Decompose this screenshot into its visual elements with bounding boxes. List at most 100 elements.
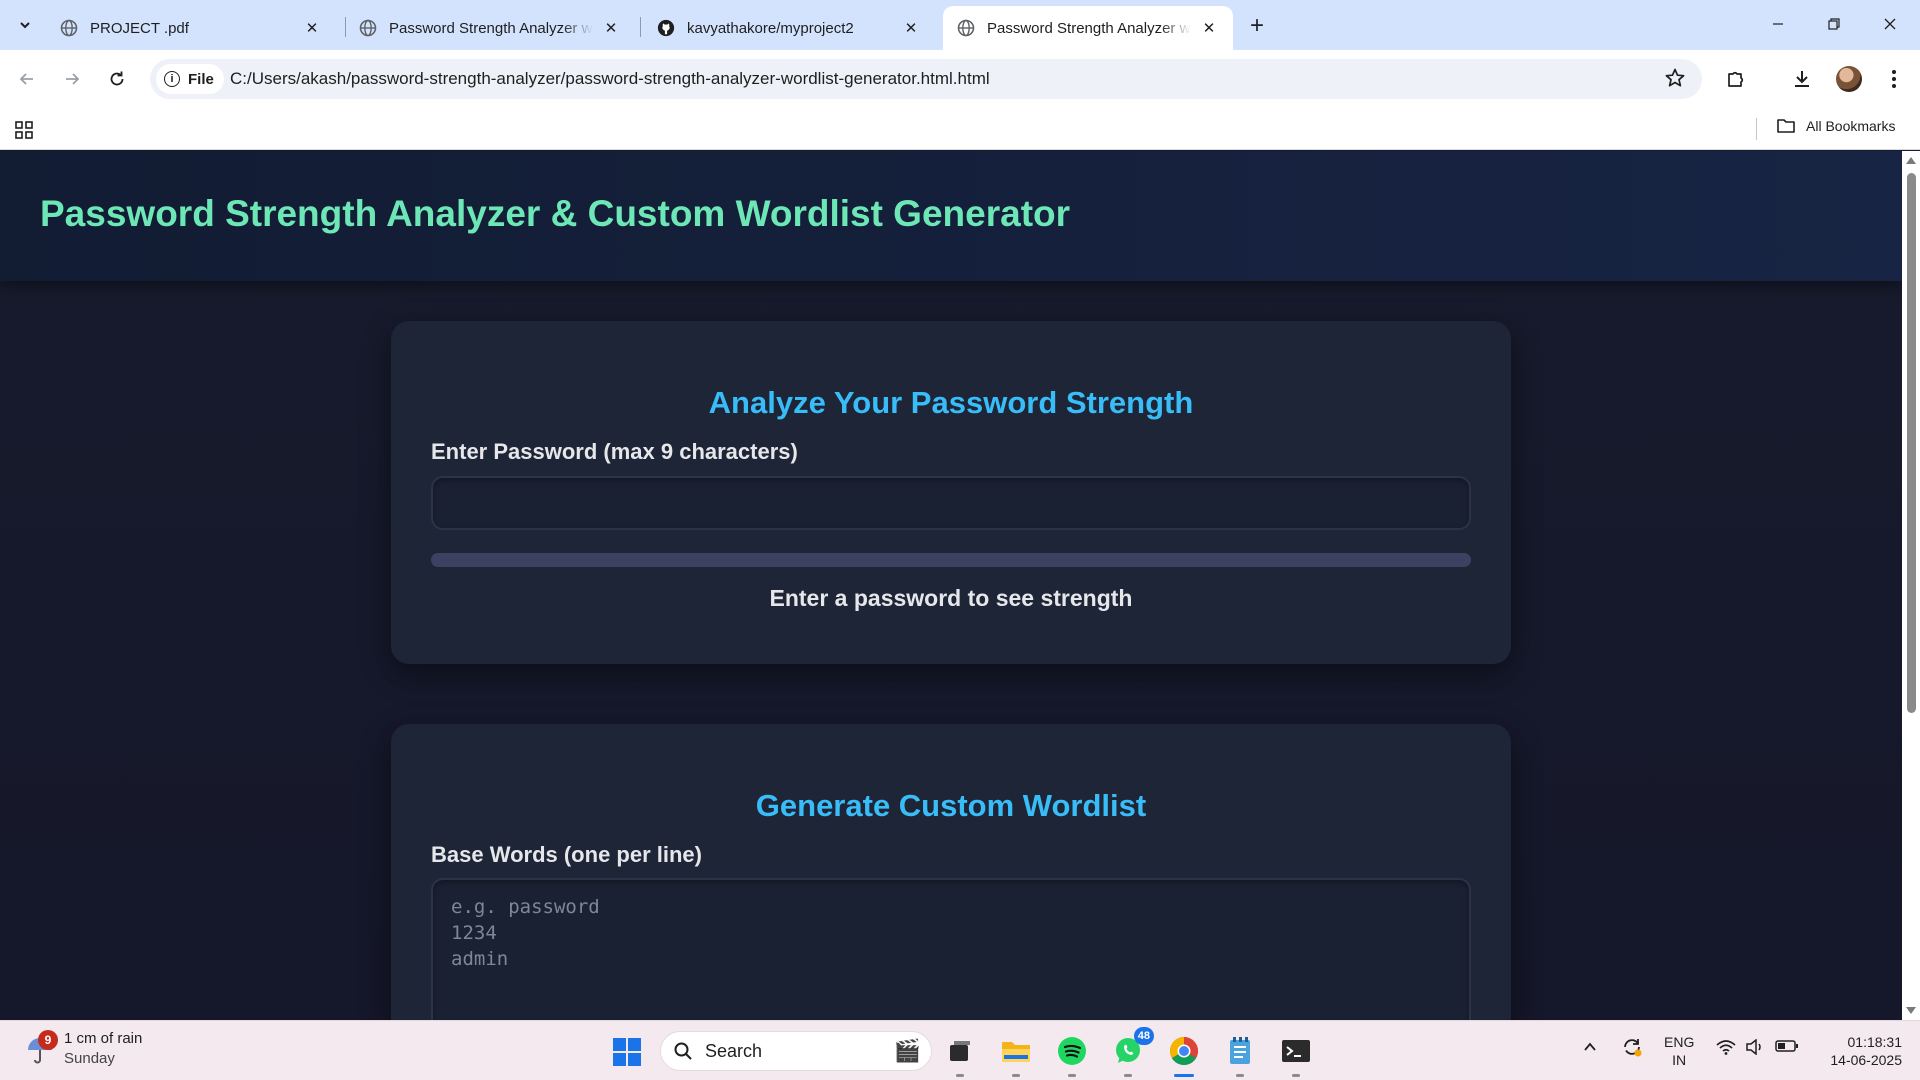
file-explorer-app[interactable]	[998, 1033, 1034, 1077]
chrome-app[interactable]	[1166, 1033, 1202, 1077]
menu-button[interactable]	[1879, 64, 1909, 94]
wifi-icon	[1716, 1040, 1736, 1055]
clock-time: 01:18:31	[1847, 1034, 1903, 1050]
site-info-chip[interactable]: i File	[156, 64, 224, 94]
battery-icon	[1775, 1040, 1798, 1052]
downloads-button[interactable]	[1787, 64, 1817, 94]
page-scrollbar[interactable]	[1902, 151, 1920, 1020]
notepad-icon	[1230, 1037, 1250, 1064]
password-label: Enter Password (max 9 characters)	[431, 439, 798, 464]
tab-title: Password Strength Analyzer with Custom W…	[987, 19, 1191, 37]
whatsapp-app[interactable]: 48	[1110, 1027, 1154, 1077]
wordlist-card: Generate Custom Wordlist Base Words (one…	[391, 724, 1511, 1020]
scroll-down-icon[interactable]	[1906, 1007, 1916, 1014]
base-words-label: Base Words (one per line)	[431, 842, 702, 867]
search-icon	[674, 1042, 692, 1060]
forward-button[interactable]	[57, 64, 87, 94]
strength-bar	[431, 553, 1471, 567]
all-bookmarks-label: All Bookmarks	[1806, 118, 1896, 134]
wifi-tray-button[interactable]	[1716, 1039, 1736, 1060]
new-tab-button[interactable]: +	[1243, 12, 1271, 40]
terminal-app[interactable]	[1278, 1033, 1314, 1077]
address-bar[interactable]: i File C:/Users/akash/password-strength-…	[150, 59, 1702, 99]
tray-overflow-button[interactable]	[1582, 1039, 1598, 1060]
analyzer-heading: Analyze Your Password Strength	[708, 385, 1194, 420]
close-icon[interactable]: ✕	[901, 18, 921, 38]
app-running-indicator	[1012, 1074, 1020, 1077]
close-icon[interactable]: ✕	[601, 18, 621, 38]
close-icon[interactable]: ✕	[302, 18, 322, 38]
tab-separator	[640, 17, 641, 37]
folder-icon	[1002, 1042, 1030, 1062]
url-text[interactable]: C:/Users/akash/password-strength-analyze…	[230, 69, 990, 89]
close-window-button[interactable]	[1870, 8, 1910, 40]
start-button[interactable]	[612, 1037, 642, 1072]
tab-password-analyzer-active[interactable]: Password Strength Analyzer with Custom W…	[943, 6, 1233, 50]
system-clock[interactable]: 01:18:31 14-06-2025	[1812, 1033, 1902, 1069]
app-running-indicator	[1124, 1074, 1132, 1077]
region-code: IN	[1672, 1052, 1687, 1068]
spotify-app[interactable]	[1054, 1033, 1090, 1077]
globe-icon	[957, 19, 975, 37]
app-running-indicator	[1236, 1074, 1244, 1077]
tab-github-repo[interactable]: kavyathakore/myproject2 ✕	[643, 6, 935, 50]
close-icon[interactable]: ✕	[1199, 18, 1219, 38]
restore-button[interactable]	[1814, 8, 1854, 40]
volume-tray-button[interactable]	[1745, 1038, 1765, 1060]
tab-password-analyzer-1[interactable]: Password Strength Analyzer with Custom W…	[345, 6, 635, 50]
whatsapp-badge: 48	[1133, 1027, 1154, 1045]
chrome-icon	[1170, 1037, 1198, 1065]
close-icon	[1884, 18, 1896, 30]
app-running-indicator	[1292, 1074, 1300, 1077]
umbrella-icon: 9	[24, 1030, 58, 1066]
github-icon	[657, 19, 675, 37]
page-viewport: Password Strength Analyzer & Custom Word…	[0, 151, 1902, 1020]
minimize-button[interactable]	[1758, 8, 1798, 40]
browser-toolbar: i File C:/Users/akash/password-strength-…	[0, 50, 1920, 108]
page-title: Password Strength Analyzer & Custom Word…	[40, 193, 1071, 234]
notepad-app[interactable]	[1222, 1033, 1258, 1077]
tab-project-pdf[interactable]: PROJECT .pdf ✕	[46, 6, 336, 50]
minimize-icon	[1773, 23, 1783, 25]
sync-tray-button[interactable]	[1620, 1035, 1644, 1064]
chip-label: File	[188, 70, 214, 88]
extensions-button[interactable]	[1721, 64, 1751, 94]
weather-day: Sunday	[64, 1050, 115, 1067]
kebab-menu-icon	[1892, 70, 1896, 88]
folder-icon	[1777, 119, 1795, 133]
search-highlight-icon: 🎬	[893, 1038, 921, 1063]
base-words-textarea[interactable]: e.g. password 1234 admin	[431, 878, 1471, 1020]
all-bookmarks-button[interactable]: All Bookmarks	[1776, 117, 1895, 135]
weather-summary: 1 cm of rain	[64, 1030, 143, 1047]
reload-button[interactable]	[102, 64, 132, 94]
puzzle-icon	[1728, 71, 1744, 87]
scroll-thumb[interactable]	[1907, 173, 1916, 713]
apps-grid-icon[interactable]	[14, 120, 34, 145]
profile-avatar[interactable]	[1836, 66, 1862, 92]
bookmarks-bar: All Bookmarks	[0, 108, 1920, 150]
scroll-up-icon[interactable]	[1906, 157, 1916, 164]
battery-tray-button[interactable]	[1775, 1039, 1799, 1058]
tab-title: Password Strength Analyzer with Custom W…	[389, 19, 593, 37]
app-running-indicator	[956, 1074, 964, 1077]
terminal-icon	[1282, 1040, 1310, 1062]
taskbar-search[interactable]: Search 🎬	[660, 1031, 932, 1071]
weather-widget[interactable]: 9 1 cm of rain Sunday	[24, 1029, 142, 1069]
back-button[interactable]	[12, 64, 42, 94]
tab-strip: PROJECT .pdf ✕ Password Strength Analyze…	[0, 0, 1920, 50]
tab-title: PROJECT .pdf	[90, 19, 189, 37]
input-language[interactable]: ENG IN	[1664, 1033, 1694, 1069]
arrow-right-icon	[66, 73, 80, 85]
bookmarks-separator	[1756, 118, 1757, 140]
globe-icon	[359, 19, 377, 37]
windows-logo-icon	[613, 1038, 641, 1066]
tab-search-button[interactable]	[12, 12, 38, 38]
page-header: Password Strength Analyzer & Custom Word…	[0, 151, 1902, 281]
strength-text: Enter a password to see strength	[769, 585, 1133, 611]
task-view-app[interactable]	[942, 1033, 978, 1077]
analyzer-card: Analyze Your Password Strength Enter Pas…	[391, 321, 1511, 664]
bookmark-star-button[interactable]	[1664, 67, 1686, 94]
password-input[interactable]	[431, 476, 1471, 530]
download-icon	[1795, 71, 1809, 87]
info-icon: i	[164, 71, 180, 87]
